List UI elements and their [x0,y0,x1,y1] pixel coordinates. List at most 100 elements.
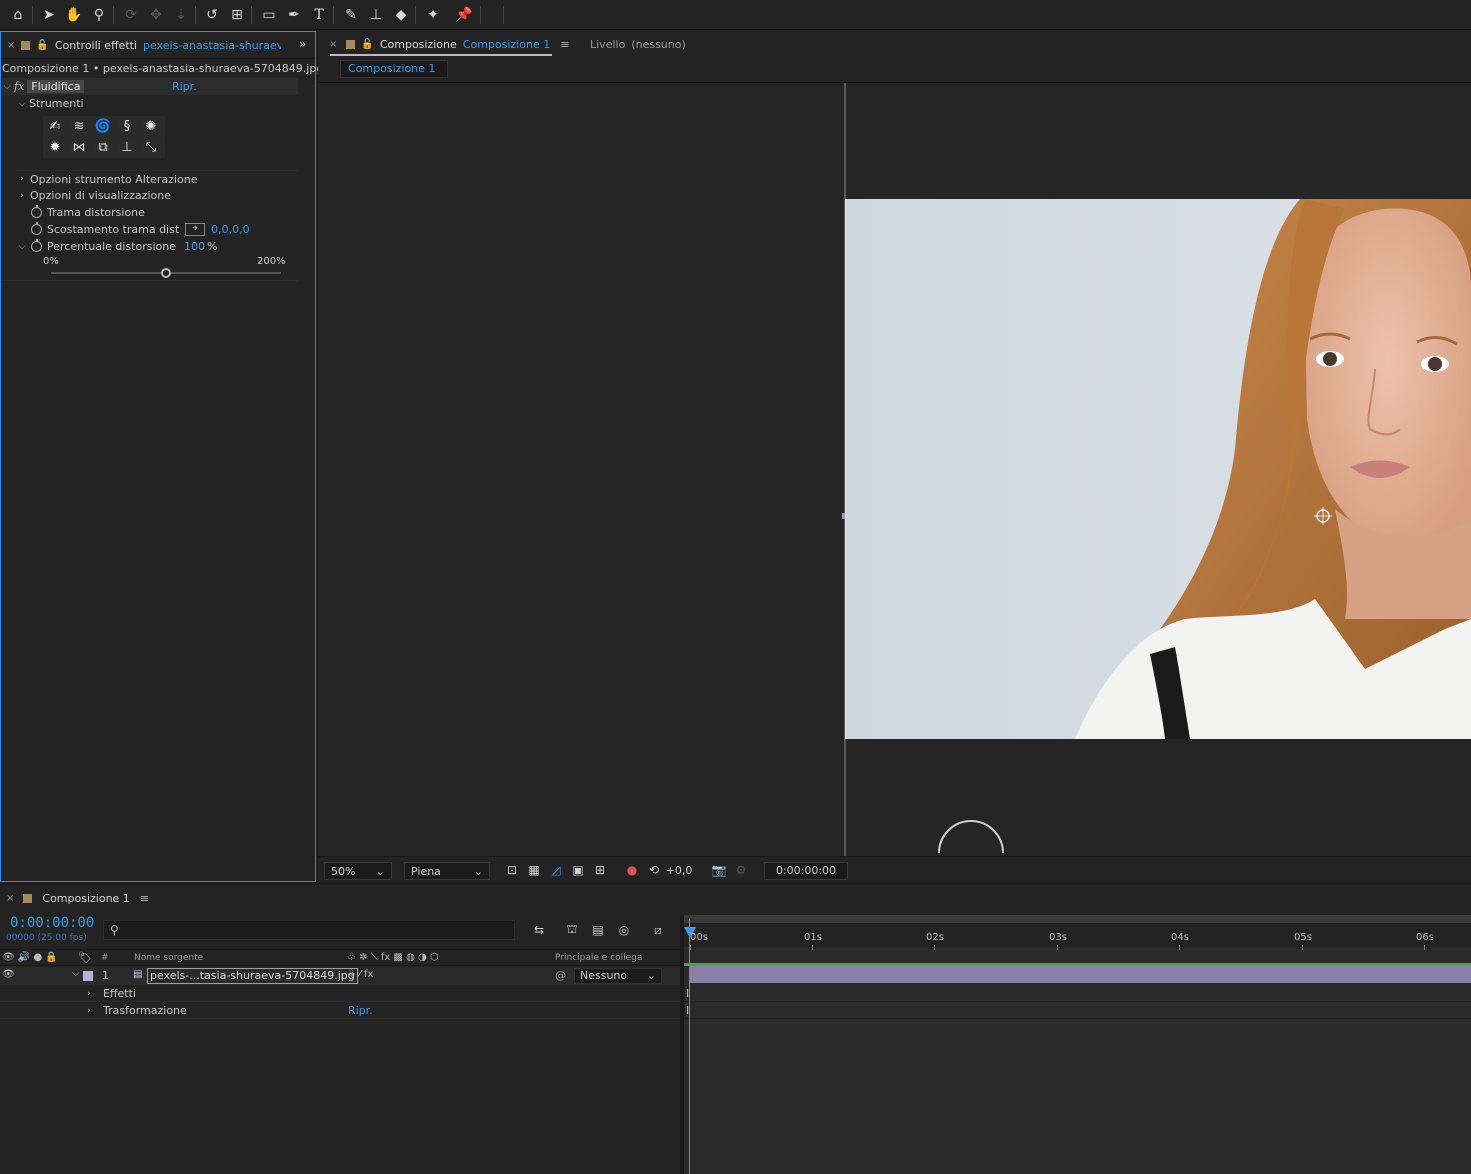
viewer-timecode[interactable]: 0:00:00:00 [764,862,848,880]
color-channels-icon[interactable]: ● [624,862,640,878]
stopwatch-icon[interactable] [31,222,42,235]
warp-options-row[interactable]: › Opzioni strumento Alterazione [17,170,298,187]
graph-editor-icon[interactable]: ⧄ [649,922,667,938]
clone-stamp-icon[interactable]: ⊥ [367,6,385,24]
shift-pixels-tool-icon[interactable]: ⋈ [69,138,89,156]
guides-icon[interactable]: ▣ [570,862,586,878]
layer-photo[interactable] [845,199,1471,739]
parent-select[interactable]: Nessuno ⌄ [574,968,662,984]
twirl-clockwise-tool-icon[interactable]: 🌀 [93,117,113,135]
grid-options-icon[interactable]: ⊞ [592,862,608,878]
zoom-select[interactable]: 50% ⌄ [324,862,392,880]
region-of-interest-icon[interactable]: ⊡ [504,862,520,878]
brush-icon[interactable]: ✎ [342,6,360,24]
effect-name[interactable]: Fluidifica [27,80,85,93]
panel-menu-icon[interactable]: ≡ [560,38,569,51]
twirl-counterclockwise-tool-icon[interactable]: § [117,117,137,135]
mesh-offset-value[interactable]: 0,0,0,0 [211,223,249,236]
distortion-percent-value[interactable]: 100 [184,240,205,253]
composition-flow-label[interactable]: Composizione 1 [348,62,435,75]
roto-brush-icon[interactable]: ✦ [424,6,442,24]
timeline-area[interactable]: 00s 01s 02s 03s 04s 05s 06s I I [684,915,1471,1174]
lock-icon[interactable]: 🔓 [361,39,373,50]
column-source-name[interactable]: Nome sorgente [134,953,203,963]
chevron-down-icon[interactable]: ⌵ [2,82,12,92]
work-area-bar[interactable] [684,915,1471,923]
column-parent[interactable]: Principale e collega [555,953,642,963]
effect-reset-link[interactable]: Ripr. [172,80,197,93]
timeline-tab[interactable]: × Composizione 1 ≡ [6,885,149,911]
close-icon[interactable]: × [6,893,14,904]
hide-shy-layers-icon[interactable]: ▤ [589,922,607,938]
effect-header-row[interactable]: ⌵ fx Fluidifica Ripr. [1,78,298,95]
effects-property-row[interactable]: › Effetti [84,985,680,1002]
bloat-tool-icon[interactable]: ✹ [45,138,65,156]
chevron-right-icon[interactable]: › [17,191,27,201]
pan-camera-icon[interactable]: ✥ [147,6,165,24]
layer-row[interactable]: 👁 ⌵ 1 ▤ pexels-...tasia-shuraeva-5704849… [0,967,680,985]
effects-panel-layer[interactable]: pexels-anastasia-shuraeva-! [143,39,281,52]
exposure-value[interactable]: +0,0 [666,862,693,878]
reflection-tool-icon[interactable]: ⧉ [93,138,113,156]
tools-group-row[interactable]: ⌵ Strumenti [17,95,84,112]
chevron-right-icon[interactable]: › [84,989,94,999]
pan-behind-icon[interactable]: ⊞ [228,6,246,24]
layer-name[interactable]: pexels-...tasia-shuraeva-5704849.jpg [147,968,358,984]
panel-menu-icon[interactable]: ≡ [140,892,149,905]
close-icon[interactable]: × [7,40,15,51]
composition-tab-name[interactable]: Composizione 1 [463,38,550,51]
dolly-camera-icon[interactable]: ⇣ [172,6,190,24]
composition-flow-tab[interactable]: Composizione 1 [340,60,448,78]
eraser-icon[interactable]: ◆ [392,6,410,24]
chevron-down-icon[interactable]: ⌵ [17,242,27,252]
transform-property-row[interactable]: › Trasformazione Ripr. [84,1002,680,1019]
composition-mini-flowchart-icon[interactable]: ⇆ [530,922,548,938]
playhead-handle[interactable] [684,927,696,938]
layer-duration-bar[interactable] [690,966,1471,983]
stopwatch-icon[interactable] [31,205,42,218]
reconstruction-tool-icon[interactable]: ⤡ [141,138,161,156]
layer-switches-icons[interactable]: ♧ ⁄ fx [347,969,373,980]
fx-icon[interactable]: fx [14,80,24,93]
puppet-pin-icon[interactable]: 📌 [455,6,473,24]
reset-exposure-icon[interactable]: ⟲ [646,862,662,878]
clone-tool-icon[interactable]: ⊥ [117,138,137,156]
zoom-icon[interactable]: ⚲ [90,6,108,24]
chevron-right-icon[interactable]: › [17,174,27,184]
current-time[interactable]: 0:00:00:00 [10,915,94,931]
chevron-right-icon[interactable]: › [84,1006,94,1016]
close-icon[interactable]: × [329,39,337,50]
selection-arrow-icon[interactable]: ➤ [40,6,58,24]
effects-panel-tab[interactable]: × 🔓 Controlli effetti pexels-anastasia-s… [7,32,281,58]
pick-whip-icon[interactable]: @ [555,969,566,982]
frame-blending-icon[interactable]: ◎ [615,922,633,938]
view-options-row[interactable]: › Opzioni di visualizzazione [17,187,298,204]
chevron-down-icon[interactable]: ⌵ [72,968,80,979]
resolution-select[interactable]: Piena ⌄ [404,862,490,880]
warp-tool-icon[interactable]: ✍ [45,117,65,135]
composition-viewer[interactable] [318,83,1471,856]
pucker-tool-icon[interactable]: ✺ [141,117,161,135]
playhead-line[interactable] [689,919,690,1174]
lock-icon[interactable]: 🔓 [36,40,48,51]
orbit-camera-icon[interactable]: ⟳ [122,6,140,24]
snapshot-camera-icon[interactable]: 📷 [711,862,727,878]
transparency-grid-icon[interactable]: ▦ [526,862,542,878]
chevron-down-icon[interactable]: ⌵ [17,99,27,109]
transform-reset-link[interactable]: Ripr. [348,1004,373,1017]
distortion-slider-handle[interactable] [161,268,171,278]
draft-3d-icon[interactable]: ⛫ [563,922,581,938]
layer-tab[interactable]: Livello (nessuno) [590,31,686,57]
stopwatch-icon[interactable] [31,239,42,252]
crosshair-icon[interactable]: ⌖ [185,223,206,236]
home-icon[interactable]: ⌂ [9,6,27,24]
pen-icon[interactable]: ✒ [285,6,303,24]
panel-divider[interactable] [680,915,684,1174]
eye-icon[interactable]: 👁 [2,969,15,980]
time-ruler[interactable]: 00s 01s 02s 03s 04s 05s 06s [684,923,1471,950]
hand-icon[interactable]: ✋ [65,6,83,24]
rectangle-icon[interactable]: ▭ [260,6,278,24]
mask-visibility-icon[interactable]: ◿ [548,862,564,878]
type-icon[interactable]: T [310,6,328,24]
turbulence-tool-icon[interactable]: ≋ [69,117,89,135]
